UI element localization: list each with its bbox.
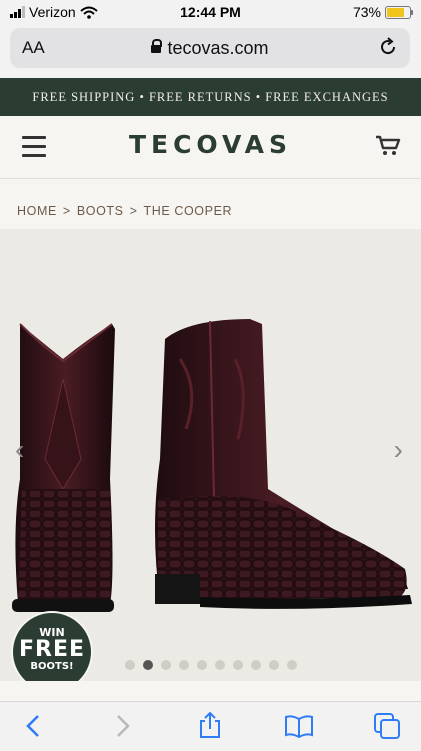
back-icon[interactable] (24, 714, 42, 738)
cart-icon[interactable] (375, 134, 401, 156)
browser-chrome: AA tecovas.com (0, 26, 421, 78)
breadcrumb: HOME > BOOTS > THE COOPER (17, 204, 232, 218)
carousel-dot[interactable] (124, 660, 135, 670)
site-header: TECOVAS (0, 116, 421, 179)
carousel-dot[interactable] (250, 660, 261, 670)
carousel-dot[interactable] (214, 660, 225, 670)
breadcrumb-separator: > (62, 204, 71, 218)
share-icon[interactable] (198, 711, 222, 739)
breadcrumb-separator: > (129, 204, 138, 218)
carousel-dot[interactable] (142, 660, 153, 670)
badge-line-free: FREE (18, 637, 86, 662)
battery-status: 73% (352, 4, 413, 20)
forward-icon[interactable] (114, 714, 132, 738)
content-spacer (0, 681, 421, 701)
breadcrumb-current: THE COOPER (143, 204, 233, 218)
status-bar: Verizon 12:44 PM 73% (0, 0, 421, 26)
gallery-next-icon[interactable]: › (394, 434, 403, 466)
breadcrumb-home[interactable]: HOME (17, 204, 57, 218)
address-bar[interactable]: AA tecovas.com (10, 28, 410, 68)
breadcrumb-boots[interactable]: BOOTS (77, 204, 124, 218)
tabs-icon[interactable] (373, 712, 401, 740)
carousel-dot[interactable] (232, 660, 243, 670)
boot-side-view (155, 319, 412, 609)
boot-front-view (12, 323, 115, 612)
reload-icon[interactable] (378, 37, 398, 57)
brand-logo[interactable]: TECOVAS (0, 130, 421, 159)
url-field[interactable]: tecovas.com (10, 38, 410, 59)
promo-banner: FREE SHIPPING • FREE RETURNS • FREE EXCH… (0, 78, 421, 116)
carousel-dot[interactable] (268, 660, 279, 670)
url-text: tecovas.com (167, 38, 269, 58)
battery-icon (385, 5, 413, 19)
carousel-dot[interactable] (160, 660, 171, 670)
carousel-dot[interactable] (286, 660, 297, 670)
browser-toolbar (0, 701, 421, 751)
battery-percent: 73% (352, 4, 381, 20)
lock-icon (151, 39, 163, 53)
gallery-prev-icon[interactable]: ‹ (15, 434, 24, 466)
carousel-dot[interactable] (178, 660, 189, 670)
bookmarks-icon[interactable] (284, 714, 314, 738)
carousel-dot[interactable] (196, 660, 207, 670)
badge-line-boots: BOOTS! (30, 661, 74, 672)
